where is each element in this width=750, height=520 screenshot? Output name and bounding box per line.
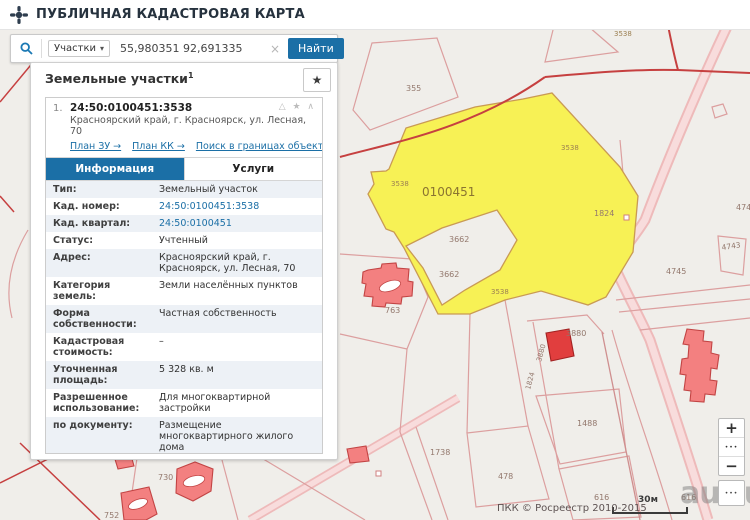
info-row-label: Уточненная площадь:	[46, 362, 157, 388]
info-row: Тип:Земельный участок	[46, 181, 322, 198]
parcel-item-header: 1. 24:50:0100451:3538 △ ★ ∧ Красноярский…	[46, 98, 322, 152]
info-row-label: Кадастровая стоимость:	[46, 334, 157, 360]
map-attribution: ПКК © Росреестр 2010-2015	[497, 503, 647, 514]
info-row-label: Статус:	[46, 233, 157, 248]
info-row-value-link[interactable]: 24:50:0100451	[157, 216, 322, 231]
info-row: Кад. номер:24:50:0100451:3538	[46, 198, 322, 215]
favorites-star-button[interactable]: ★	[303, 68, 331, 92]
results-title: Земельные участки1	[45, 71, 194, 86]
map-parcel-label: 355	[406, 84, 421, 93]
map-parcel-label: 3662	[439, 270, 459, 279]
map-parcel-label: 3538	[614, 30, 632, 38]
info-row-label: Тип:	[46, 182, 157, 197]
zoom-out-button[interactable]: −	[719, 457, 744, 475]
layers-dots-icon: •••	[725, 490, 739, 497]
info-row-label: Форма собственности:	[46, 306, 157, 332]
parcel-links: План ЗУ → План КК → Поиск в границах объ…	[70, 141, 316, 152]
info-row-label: Разрешенное использование:	[46, 390, 157, 416]
tab-information[interactable]: Информация	[46, 158, 184, 180]
parcel-index: 1.	[53, 103, 63, 114]
map-parcel-label: 0100451	[422, 185, 475, 199]
info-row-label: по документу:	[46, 418, 157, 454]
info-row-value: –	[157, 334, 322, 360]
info-row-value: Учтенный	[157, 233, 322, 248]
layers-button[interactable]: •••	[718, 480, 745, 506]
info-row-value: Красноярский край, г. Красноярск, ул. Ле…	[157, 250, 322, 276]
search-in-bounds-link[interactable]: Поиск в границах объекта →	[196, 141, 323, 152]
info-row-value: Частная собственность	[157, 306, 322, 332]
search-category-dropdown[interactable]: Участки ▾	[48, 40, 110, 57]
clear-search-icon[interactable]: ×	[267, 42, 283, 56]
info-row: Уточненная площадь:5 328 кв. м	[46, 361, 322, 389]
info-row-value: Земельный участок	[157, 182, 322, 197]
info-row: Статус:Учтенный	[46, 232, 322, 249]
map-parcel-label: 752	[104, 511, 119, 520]
parcel-tabs: Информация Услуги	[46, 157, 322, 181]
search-category-label: Участки	[54, 43, 96, 54]
map-parcel-label: 3538	[391, 180, 409, 188]
info-row-value-link[interactable]: 24:50:0100451:3538	[157, 199, 322, 214]
zoom-controls: + ••• −	[718, 418, 745, 476]
info-row: Форма собственности:Частная собственност…	[46, 305, 322, 333]
info-row: по документу:Размещение многоквартирного…	[46, 417, 322, 454]
zoom-in-button[interactable]: +	[719, 419, 744, 438]
results-panel: Земельные участки1 ★ 1. 24:50:0100451:35…	[30, 62, 338, 460]
parcel-address: Красноярский край, г. Красноярск, ул. Ле…	[70, 115, 316, 137]
chevron-down-icon: ▾	[100, 44, 104, 53]
info-row: Кад. квартал:24:50:0100451	[46, 215, 322, 232]
info-row: Кадастровая стоимость:–	[46, 333, 322, 361]
map-parcel-label: 1824	[594, 209, 614, 218]
zoom-more-button[interactable]: •••	[719, 438, 744, 457]
info-row-label: Кад. номер:	[46, 199, 157, 214]
map-parcel-label: 3538	[491, 288, 509, 296]
map-parcel-label: 478	[498, 472, 513, 481]
plan-kk-link[interactable]: План КК →	[132, 141, 185, 152]
map-parcel-label: 616	[594, 493, 609, 502]
info-row-value: 5 328 кв. м	[157, 362, 322, 388]
map-parcel-label: 3538	[561, 144, 579, 152]
find-button[interactable]: Найти	[288, 38, 344, 59]
map-parcel-label: 4743	[736, 203, 750, 212]
info-row-label: Категория земель:	[46, 278, 157, 304]
search-icon[interactable]	[11, 39, 42, 58]
info-row: Разрешенное использование:Для многокварт…	[46, 389, 322, 417]
map-parcel-label: 3880	[566, 329, 586, 338]
info-row-label: Кад. квартал:	[46, 216, 157, 231]
app-header: ПУБЛИЧНАЯ КАДАСТРОВАЯ КАРТА	[0, 0, 750, 30]
info-row-label: Адрес:	[46, 250, 157, 276]
pkk-logo-icon	[10, 6, 28, 24]
map-parcel-label: 763	[385, 306, 400, 315]
parcel-item-icons[interactable]: △ ★ ∧	[279, 102, 316, 112]
parcel-card: 1. 24:50:0100451:3538 △ ★ ∧ Красноярский…	[45, 97, 323, 454]
map-parcel-label: 730	[158, 473, 173, 482]
info-row: Категория земель:Земли населённых пункто…	[46, 277, 322, 305]
info-row-value: Размещение многоквартирного жилого дома	[157, 418, 322, 454]
info-table: Тип:Земельный участокКад. номер:24:50:01…	[46, 181, 322, 454]
plan-zu-link[interactable]: План ЗУ →	[70, 141, 121, 152]
map-parcel-label: 1488	[577, 419, 597, 428]
info-row: Адрес:Красноярский край, г. Красноярск, …	[46, 249, 322, 277]
search-input[interactable]	[118, 41, 267, 56]
results-count: 1	[188, 71, 194, 80]
map-parcel-label: 3662	[449, 235, 469, 244]
map-parcel-label: 1738	[430, 448, 450, 457]
map-parcel-label: 4745	[666, 267, 686, 276]
info-row-value: Для многоквартирной застройки	[157, 390, 322, 416]
tab-services[interactable]: Услуги	[184, 158, 323, 180]
page-title: ПУБЛИЧНАЯ КАДАСТРОВАЯ КАРТА	[36, 7, 305, 22]
search-bar: Участки ▾ × Найти	[10, 34, 338, 63]
info-row-value: Земли населённых пунктов	[157, 278, 322, 304]
